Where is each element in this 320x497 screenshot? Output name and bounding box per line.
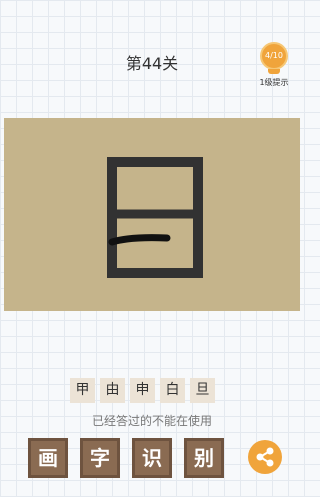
option-tile[interactable]: 甲 [70,378,95,403]
option-tile[interactable]: 白 [160,378,185,403]
share-button[interactable] [248,440,282,474]
answer-slot[interactable]: 字 [80,438,120,478]
hint-button[interactable]: 4/10 1级提示 [254,40,294,92]
answer-slot[interactable]: 别 [184,438,224,478]
answer-slot[interactable]: 画 [28,438,68,478]
option-tile[interactable]: 旦 [190,378,215,403]
hint-label: 1级提示 [259,78,289,87]
drawn-character [107,157,203,278]
option-tile[interactable]: 申 [130,378,155,403]
lightbulb-icon: 4/10 [260,42,288,70]
lightbulb-base [268,69,280,74]
option-tile[interactable]: 由 [100,378,125,403]
drawing-canvas[interactable] [4,118,300,311]
option-tiles: 甲 由 申 白 旦 [70,378,215,403]
pen-stroke [108,234,171,246]
answer-slots: 画 字 识 别 [28,438,224,478]
used-notice: 已经答过的不能在使用 [91,414,212,428]
hint-counter: 4/10 [265,51,283,60]
share-icon [256,447,274,467]
answer-slot[interactable]: 识 [132,438,172,478]
